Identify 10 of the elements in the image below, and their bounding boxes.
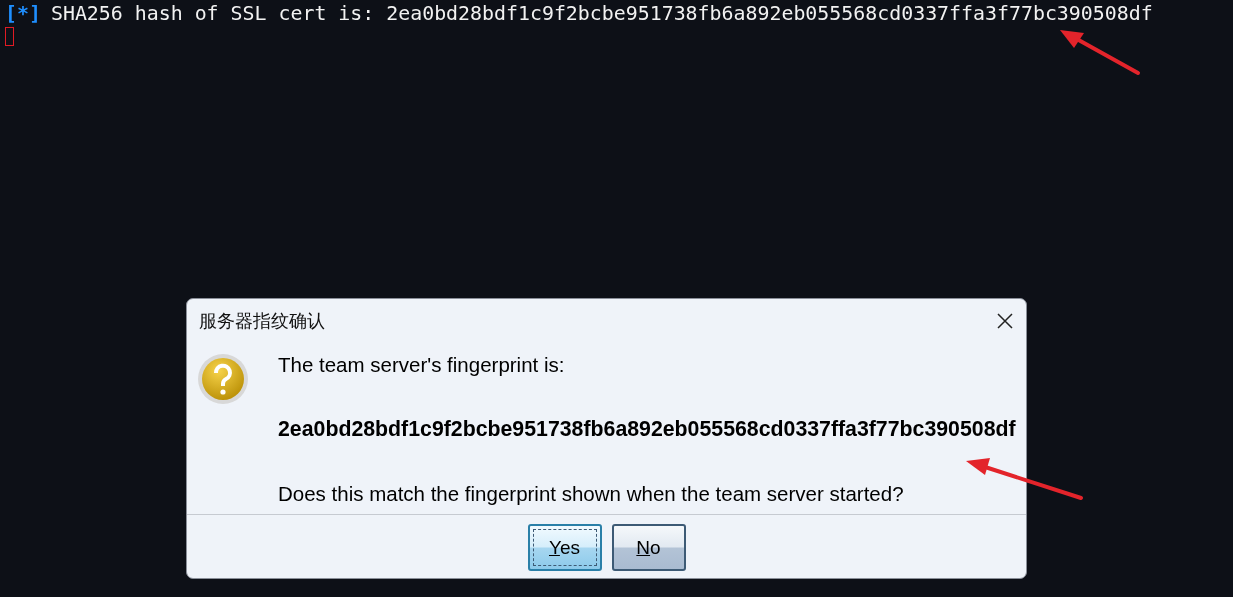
dialog-button[interactable]: Yes [527, 524, 602, 571]
fingerprint-text: 2ea0bd28bdf1c9f2bcbe951738fb6a892eb055568cd0337ffa3f77bc390508df [278, 417, 1016, 442]
message-text: The team server's fingerprint is: [278, 353, 566, 377]
dialog-button[interactable]: No [611, 524, 686, 571]
terminal-line: SHA256 hash of SSL cert is: 2ea0bd28bdf1c9f2bcbe951738fb6a892eb055568cd0337ffa3f77bc390508df [50, 2, 1153, 26]
window-title: 服务器指纹确认 [199, 310, 325, 333]
prompt-marker: [*] [5, 2, 41, 26]
question-icon [197, 353, 249, 405]
question-text: Does this match the fingerprint shown when the team server started? [278, 482, 905, 506]
close-icon[interactable] [996, 312, 1014, 330]
